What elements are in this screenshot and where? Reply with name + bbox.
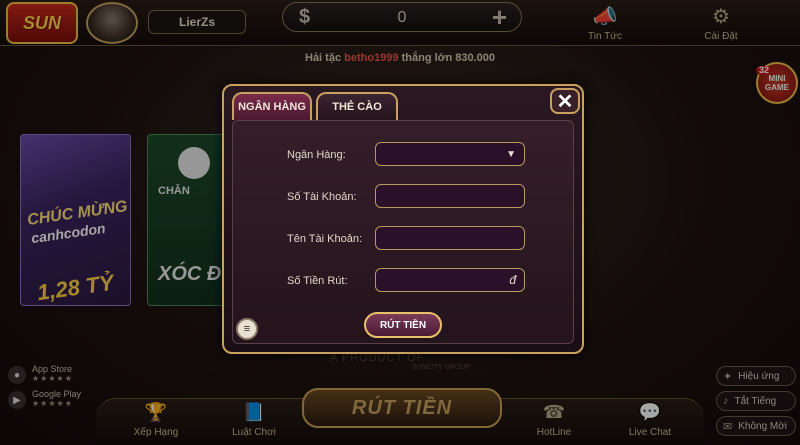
close-button[interactable]: ✕ <box>550 88 580 114</box>
withdraw-dialog: NGÂN HÀNG THẺ CÀO ✕ Ngân Hàng: ▼ Số Tài … <box>222 84 584 354</box>
account-name-label: Tên Tài Khoản: <box>287 233 363 245</box>
tab-bank[interactable]: NGÂN HÀNG <box>232 92 312 120</box>
currency-symbol: đ <box>509 273 516 287</box>
chevron-down-icon: ▼ <box>506 148 516 160</box>
account-number-field[interactable] <box>375 184 525 208</box>
amount-label: Số Tiền Rút: <box>287 275 348 287</box>
account-number-label: Số Tài Khoản: <box>287 191 357 203</box>
bank-select[interactable]: ▼ <box>375 142 525 166</box>
withdraw-form: Ngân Hàng: ▼ Số Tài Khoản: Tên Tài Khoản… <box>232 120 574 344</box>
amount-field[interactable]: đ <box>375 268 525 292</box>
bank-label: Ngân Hàng: <box>287 149 346 161</box>
history-icon[interactable]: ≡ <box>236 318 258 340</box>
tab-scratch-card[interactable]: THẺ CÀO <box>316 92 398 120</box>
withdraw-submit-button[interactable]: RÚT TIỀN <box>364 312 442 338</box>
account-name-field[interactable] <box>375 226 525 250</box>
